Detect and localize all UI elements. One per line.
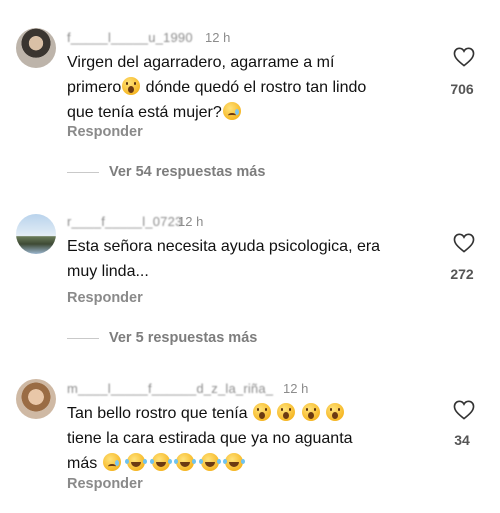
comment-username[interactable]: m____l_____f______d_z_la_riña_: [67, 381, 273, 396]
heart-outline-icon[interactable]: [453, 400, 475, 420]
comment-text-line: Esta señora necesita ayuda psicologica, …: [67, 238, 381, 255]
tears-of-joy-emoji: [222, 453, 243, 471]
view-more-replies-label[interactable]: Ver 5 respuestas más: [109, 330, 257, 346]
face-open-mouth-emoji: [326, 403, 345, 421]
crying-face-emoji: [102, 453, 121, 471]
reply-button[interactable]: Responder: [67, 290, 143, 306]
comment-text-fragment: Tan bello rostro que tenía: [67, 405, 248, 422]
divider: [67, 337, 99, 339]
heart-outline-icon[interactable]: [453, 47, 475, 67]
avatar[interactable]: [16, 379, 56, 419]
view-more-replies[interactable]: Ver 54 respuestas más: [67, 162, 265, 182]
view-more-replies-label[interactable]: Ver 54 respuestas más: [109, 164, 265, 180]
heart-outline-icon[interactable]: [453, 233, 475, 253]
comment-time: 12 h: [283, 381, 309, 396]
face-open-mouth-emoji: [122, 77, 141, 95]
comment-text-fragment: dónde quedó el rostro tan lindo: [141, 79, 367, 96]
like-count: 34: [454, 432, 470, 448]
face-open-mouth-emoji: [301, 403, 320, 421]
comment-username[interactable]: r____f_____l_0723: [67, 214, 182, 229]
like-count: 706: [450, 81, 474, 97]
reply-button[interactable]: Responder: [67, 124, 143, 140]
comment-text-line: tiene la cara estirada que ya no aguanta: [67, 430, 353, 447]
comment-text: Virgen del agarradero, agarrame a mí pri…: [67, 50, 437, 125]
face-open-mouth-emoji: [277, 403, 296, 421]
comment-text-fragment: más: [67, 455, 98, 472]
comment-text: Esta señora necesita ayuda psicologica, …: [67, 234, 437, 284]
tears-of-joy-emoji: [174, 453, 195, 471]
comment-time: 12 h: [178, 214, 204, 229]
reply-button[interactable]: Responder: [67, 476, 143, 492]
divider: [67, 171, 99, 173]
comment-username[interactable]: f_____l_____u_1990: [67, 30, 193, 45]
comment-text-line: más: [67, 451, 437, 476]
comment-text-fragment: que tenía está mujer?: [67, 104, 222, 121]
like-count: 272: [450, 266, 474, 282]
avatar[interactable]: [16, 28, 56, 68]
comment-text-line: que tenía está mujer?: [67, 100, 437, 125]
comment-text-line: primero dónde quedó el rostro tan lindo: [67, 75, 437, 100]
face-open-mouth-emoji: [253, 403, 272, 421]
avatar[interactable]: [16, 214, 56, 254]
comment-text: Tan bello rostro que tenía tiene la cara…: [67, 401, 437, 476]
crying-face-emoji: [222, 102, 241, 120]
comment-text-fragment: primero: [67, 79, 122, 96]
tears-of-joy-emoji: [149, 453, 170, 471]
comment-time: 12 h: [205, 30, 231, 45]
tears-of-joy-emoji: [198, 453, 219, 471]
tears-of-joy-emoji: [125, 453, 146, 471]
comment-text-line: Virgen del agarradero, agarrame a mí: [67, 54, 335, 71]
comment-text-line: Tan bello rostro que tenía: [67, 401, 437, 426]
view-more-replies[interactable]: Ver 5 respuestas más: [67, 328, 257, 348]
comment-text-line: muy linda...: [67, 263, 149, 280]
